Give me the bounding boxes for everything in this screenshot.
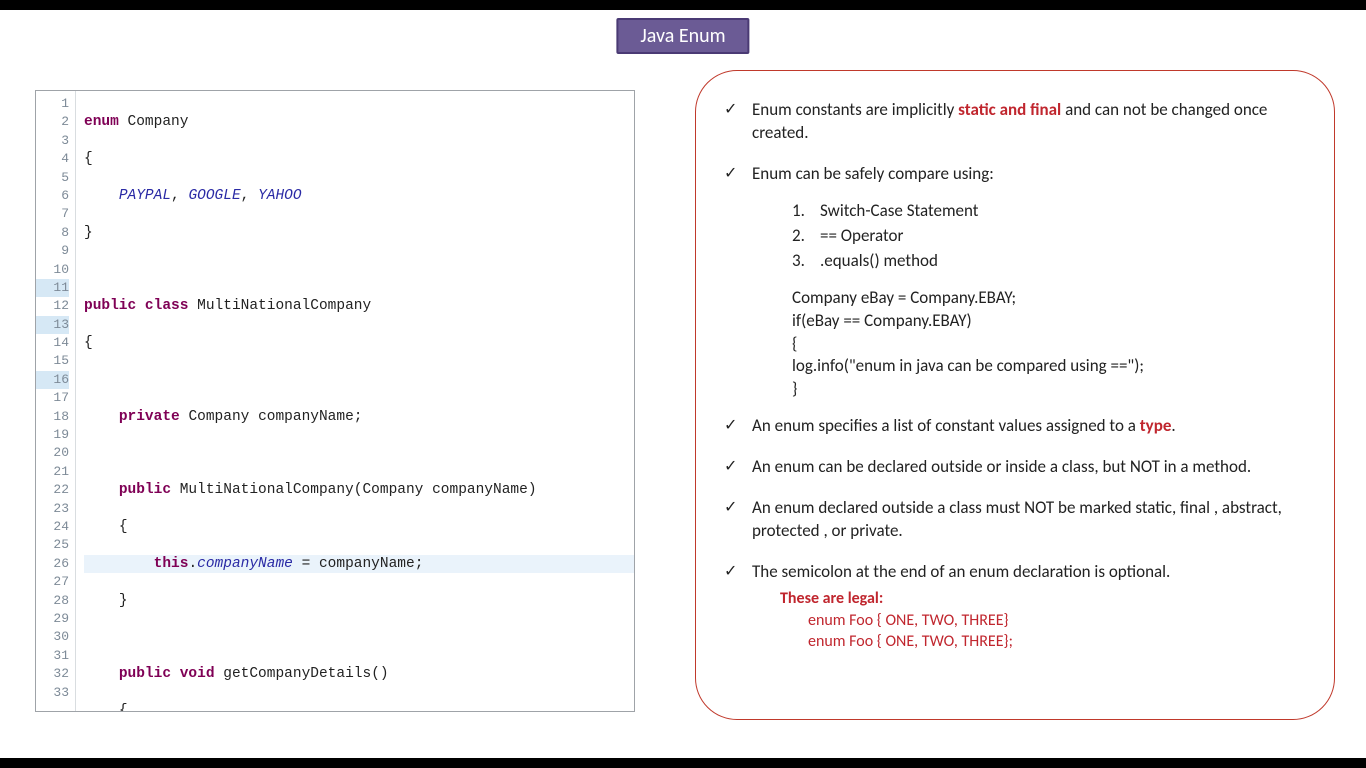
line-number: 28	[36, 592, 69, 610]
bullet-item: ✓ Enum can be safely compare using:	[724, 163, 1310, 186]
line-number: 6	[36, 187, 69, 205]
code-snippet: Company eBay = Company.EBAY; if(eBay == …	[792, 287, 1310, 402]
bottom-black-bar	[0, 758, 1366, 768]
checkmark-icon: ✓	[724, 497, 752, 543]
line-number: 16	[36, 371, 69, 389]
line-number: 21	[36, 463, 69, 481]
code-body: enum Company { PAYPAL, GOOGLE, YAHOO } p…	[76, 91, 634, 711]
code-line: PAYPAL, GOOGLE, YAHOO	[84, 187, 634, 205]
legal-header: These are legal:	[780, 588, 1310, 610]
list-item: 3..equals() method	[792, 250, 1310, 273]
note-emphasis: static and final	[958, 99, 1061, 120]
code-line	[84, 261, 634, 279]
bullet-item: ✓ An enum declared outside a class must …	[724, 497, 1310, 543]
bullet-item: ✓ An enum specifies a list of constant v…	[724, 415, 1310, 438]
line-number: 5	[36, 169, 69, 187]
code-line: {	[84, 334, 634, 352]
line-number: 31	[36, 647, 69, 665]
code-line: }	[84, 592, 634, 610]
list-item: 1.Switch-Case Statement	[792, 200, 1310, 223]
code-line	[84, 445, 634, 463]
line-number: 22	[36, 481, 69, 499]
line-number: 33	[36, 684, 69, 702]
note-text: An enum declared outside a class must NO…	[752, 497, 1310, 543]
checkmark-icon: ✓	[724, 99, 752, 145]
note-text: Enum constants are implicitly	[752, 99, 958, 120]
note-text: An enum can be declared outside or insid…	[752, 456, 1310, 479]
code-line: enum Company	[84, 113, 634, 131]
line-number: 17	[36, 389, 69, 407]
note-text: An enum specifies a list of constant val…	[752, 415, 1140, 436]
line-number: 7	[36, 205, 69, 223]
line-number: 19	[36, 426, 69, 444]
code-line: {	[84, 150, 634, 168]
legal-example: enum Foo { ONE, TWO, THREE}	[808, 610, 1310, 632]
bullet-item: ✓ The semicolon at the end of an enum de…	[724, 561, 1310, 653]
line-number: 25	[36, 536, 69, 554]
checkmark-icon: ✓	[724, 561, 752, 653]
line-number: 1	[36, 95, 69, 113]
line-number: 15	[36, 352, 69, 370]
code-line: private Company companyName;	[84, 408, 634, 426]
note-text: .	[1171, 415, 1175, 436]
code-line: public MultiNationalCompany(Company comp…	[84, 481, 634, 499]
slide-title: Java Enum	[616, 18, 749, 54]
notes-panel: ✓ Enum constants are implicitly static a…	[695, 70, 1335, 720]
code-editor-panel: 1234567891011121314151617181920212223242…	[35, 90, 635, 712]
line-number: 23	[36, 500, 69, 518]
line-number: 13	[36, 316, 69, 334]
code-line: {	[84, 702, 634, 712]
snippet-line: log.info("enum in java can be compared u…	[792, 355, 1310, 378]
line-number: 11	[36, 279, 69, 297]
line-number: 9	[36, 242, 69, 260]
line-number: 4	[36, 150, 69, 168]
note-emphasis: type	[1140, 415, 1172, 436]
checkmark-icon: ✓	[724, 163, 752, 186]
bullet-item: ✓ Enum constants are implicitly static a…	[724, 99, 1310, 145]
line-number-gutter: 1234567891011121314151617181920212223242…	[36, 91, 76, 711]
line-number: 14	[36, 334, 69, 352]
snippet-line: Company eBay = Company.EBAY;	[792, 287, 1310, 310]
snippet-line: {	[792, 333, 1310, 356]
line-number: 3	[36, 132, 69, 150]
line-number: 20	[36, 444, 69, 462]
note-text: The semicolon at the end of an enum decl…	[752, 561, 1310, 584]
legal-example: enum Foo { ONE, TWO, THREE};	[808, 631, 1310, 653]
line-number: 29	[36, 610, 69, 628]
line-number: 2	[36, 113, 69, 131]
top-black-bar	[0, 0, 1366, 10]
ordered-list: 1.Switch-Case Statement 2.== Operator 3.…	[792, 200, 1310, 273]
line-number: 27	[36, 573, 69, 591]
code-line: {	[84, 518, 634, 536]
code-line: }	[84, 224, 634, 242]
checkmark-icon: ✓	[724, 456, 752, 479]
code-line	[84, 629, 634, 647]
bullet-item: ✓ An enum can be declared outside or ins…	[724, 456, 1310, 479]
code-line: this.companyName = companyName;	[84, 555, 634, 573]
list-item: 2.== Operator	[792, 225, 1310, 248]
line-number: 12	[36, 297, 69, 315]
checkmark-icon: ✓	[724, 415, 752, 438]
snippet-line: }	[792, 378, 1310, 401]
line-number: 18	[36, 408, 69, 426]
line-number: 8	[36, 224, 69, 242]
code-line	[84, 371, 634, 389]
line-number: 10	[36, 261, 69, 279]
line-number: 32	[36, 665, 69, 683]
snippet-line: if(eBay == Company.EBAY)	[792, 310, 1310, 333]
line-number: 30	[36, 628, 69, 646]
line-number: 24	[36, 518, 69, 536]
code-line: public void getCompanyDetails()	[84, 665, 634, 683]
code-line: public class MultiNationalCompany	[84, 297, 634, 315]
note-text: Enum can be safely compare using:	[752, 163, 1310, 186]
line-number: 26	[36, 555, 69, 573]
